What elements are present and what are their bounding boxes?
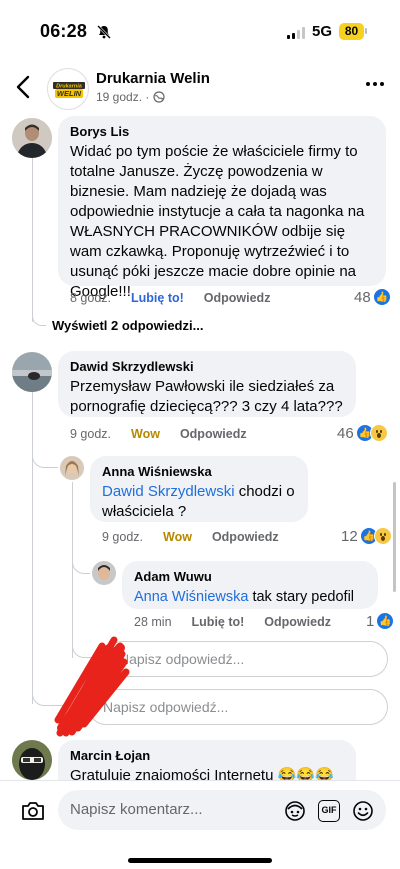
signal-icon bbox=[287, 27, 305, 39]
avatar[interactable] bbox=[60, 456, 84, 480]
comment-input[interactable]: Napisz komentarz... GIF bbox=[58, 790, 386, 830]
status-time: 06:28 bbox=[40, 21, 88, 41]
comment-text: Anna Wiśniewska tak stary pedofil bbox=[134, 587, 366, 607]
comment-bubble: Anna Wiśniewska Dawid Skrzydlewski chodz… bbox=[90, 456, 308, 522]
reply-button[interactable]: Odpowiedz bbox=[212, 530, 279, 544]
comment-bubble: Borys Lis Widać po tym poście że właścic… bbox=[58, 116, 386, 300]
emoji-icon[interactable] bbox=[352, 800, 374, 822]
battery-indicator: 80 bbox=[339, 23, 364, 40]
view-replies-link[interactable]: Wyświetl 2 odpowiedzi... bbox=[52, 318, 203, 333]
thread-line bbox=[32, 302, 46, 326]
comment-actions: 28 min Lubię to! Odpowiedz bbox=[134, 615, 331, 629]
comment-author[interactable]: Anna Wiśniewska bbox=[102, 464, 296, 479]
camera-icon[interactable] bbox=[20, 799, 46, 823]
page-logo[interactable]: Drukarnia WELIN bbox=[47, 68, 89, 110]
reaction-count[interactable]: 46 👍 bbox=[337, 424, 388, 442]
like-button[interactable]: Lubię to! bbox=[192, 615, 245, 629]
comment-text-body: tak stary pedofil bbox=[248, 589, 355, 605]
battery-tip bbox=[365, 28, 367, 34]
mention-link[interactable]: Anna Wiśniewska bbox=[134, 589, 248, 605]
bell-off-icon bbox=[97, 25, 111, 39]
svg-text:WELIN: WELIN bbox=[57, 89, 82, 98]
avatar[interactable] bbox=[12, 118, 52, 158]
scrollbar[interactable] bbox=[393, 482, 396, 592]
post-time: 19 godz. · bbox=[96, 90, 150, 104]
avatar[interactable] bbox=[12, 352, 52, 392]
gif-icon[interactable]: GIF bbox=[318, 800, 340, 822]
like-reaction-icon: 👍 bbox=[372, 288, 391, 306]
comment-placeholder: Napisz komentarz... bbox=[70, 801, 203, 818]
reaction-count[interactable]: 1 👍 bbox=[366, 612, 395, 630]
comment-time[interactable]: 8 godz. bbox=[70, 291, 111, 305]
network-type: 5G bbox=[312, 23, 333, 40]
reaction-count[interactable]: 12 👍 bbox=[341, 527, 392, 545]
comment-bubble: Adam Wuwu Anna Wiśniewska tak stary pedo… bbox=[122, 561, 378, 609]
thread-line bbox=[32, 158, 33, 322]
comment-text: Przemysław Pawłowski ile siedziałeś za p… bbox=[70, 378, 343, 415]
comment-author[interactable]: Dawid Skrzydlewski bbox=[70, 359, 344, 374]
thread-line bbox=[32, 392, 33, 704]
reaction-count-value: 48 bbox=[354, 288, 371, 306]
comment-time[interactable]: 28 min bbox=[134, 615, 172, 629]
wow-reaction-icon bbox=[373, 527, 392, 545]
reaction-count[interactable]: 48 👍 bbox=[354, 288, 391, 306]
thread-line bbox=[72, 482, 73, 658]
reply-input[interactable]: Napisz odpowiedź... bbox=[104, 641, 388, 677]
reply-placeholder: Napisz odpowiedź... bbox=[103, 699, 229, 715]
comment-composer: Napisz komentarz... GIF bbox=[0, 780, 400, 869]
reply-input[interactable]: Napisz odpowiedź... bbox=[88, 689, 388, 725]
comment-text: Dawid Skrzydlewski chodzi o właściciela … bbox=[102, 482, 296, 522]
page-name[interactable]: Drukarnia Welin bbox=[96, 70, 210, 87]
reply-button[interactable]: Odpowiedz bbox=[264, 615, 331, 629]
comment-text: Widać po tym poście że właściciele firmy… bbox=[70, 143, 365, 300]
like-button[interactable]: Lubię to! bbox=[131, 291, 184, 305]
thread-line bbox=[72, 642, 102, 658]
like-reaction-icon: 👍 bbox=[376, 612, 395, 630]
back-arrow-icon[interactable] bbox=[12, 74, 36, 100]
home-indicator bbox=[128, 858, 272, 863]
avatar[interactable] bbox=[92, 561, 116, 585]
comment-time[interactable]: 9 godz. bbox=[102, 530, 143, 544]
status-bar: 06:28 5G 80 bbox=[0, 0, 400, 60]
more-icon[interactable] bbox=[366, 82, 384, 86]
post-meta: 19 godz. · bbox=[96, 90, 165, 104]
reply-button[interactable]: Odpowiedz bbox=[204, 291, 271, 305]
thread-line bbox=[72, 556, 90, 574]
post-header: Drukarnia WELIN Drukarnia Welin 19 godz.… bbox=[0, 60, 400, 116]
reply-button[interactable]: Odpowiedz bbox=[180, 427, 247, 441]
avatar-sticker-icon[interactable] bbox=[284, 800, 306, 822]
reaction-count-value: 46 bbox=[337, 424, 354, 442]
wow-reaction-icon bbox=[369, 424, 388, 442]
comment-actions: 9 godz. Wow Odpowiedz bbox=[102, 530, 279, 544]
comment-author[interactable]: Marcin Łojan bbox=[70, 748, 344, 763]
avatar[interactable] bbox=[12, 740, 52, 780]
comment-time[interactable]: 9 godz. bbox=[70, 427, 111, 441]
comment-author[interactable]: Borys Lis bbox=[70, 124, 374, 139]
globe-icon bbox=[153, 91, 165, 103]
thread-line bbox=[32, 450, 58, 468]
reply-placeholder: Napisz odpowiedź... bbox=[119, 651, 245, 667]
comment-author[interactable]: Adam Wuwu bbox=[134, 569, 366, 584]
comment-actions: 9 godz. Wow Odpowiedz bbox=[70, 427, 247, 441]
thread-line bbox=[32, 690, 88, 706]
wow-button[interactable]: Wow bbox=[131, 427, 160, 441]
reaction-count-value: 1 bbox=[366, 612, 375, 630]
comment-actions: 8 godz. Lubię to! Odpowiedz bbox=[70, 291, 270, 305]
wow-button[interactable]: Wow bbox=[163, 530, 192, 544]
comment-bubble: Dawid Skrzydlewski Przemysław Pawłowski … bbox=[58, 351, 356, 417]
mention-link[interactable]: Dawid Skrzydlewski bbox=[102, 483, 235, 500]
reaction-count-value: 12 bbox=[341, 527, 358, 545]
